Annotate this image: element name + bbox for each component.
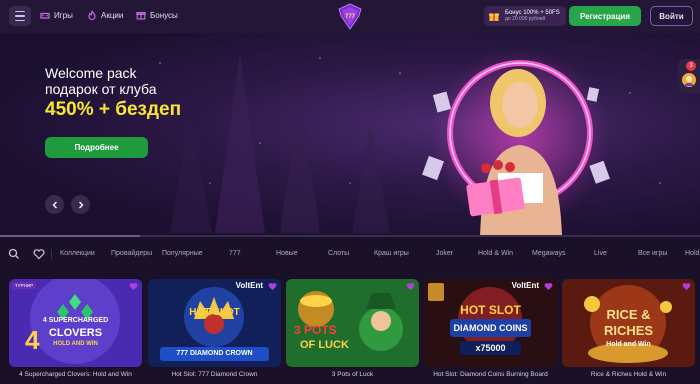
banner-progress — [0, 235, 700, 237]
game-title[interactable]: Rice & Riches Hold & Win — [562, 371, 695, 378]
category-hold-win[interactable]: Hold & Win — [478, 250, 513, 257]
banner-title: Welcome pack — [45, 65, 137, 81]
category-777[interactable]: 777 — [229, 250, 241, 257]
category-popular[interactable]: Популярные — [162, 250, 203, 257]
bonus-offer-pill[interactable]: Бонус 100% + 50FS до 20 000 рублей — [484, 6, 566, 26]
side-chat-widget[interactable]: 3 — [678, 59, 700, 93]
favorite-heart-icon[interactable] — [682, 282, 691, 291]
favorite-heart-icon[interactable] — [544, 282, 553, 291]
category-providers[interactable]: Провайдеры — [111, 250, 152, 257]
game-title[interactable]: 4 Supercharged Clovers: Hold and Win — [9, 371, 142, 378]
game-art-line-1: RICE & — [606, 307, 651, 322]
banner-more-button[interactable]: Подробнее — [45, 137, 148, 158]
chevron-right-icon — [78, 201, 83, 208]
nav-bonuses-label: Бонусы — [150, 10, 178, 20]
bonus-gift-icon — [489, 13, 499, 21]
game-art-line-2: DIAMOND COINS — [453, 323, 528, 333]
nav-promotions[interactable]: Акции — [87, 10, 123, 20]
game-card[interactable]: VoltEnt HOT SLOT DIAMOND COINS x75000 Ho… — [424, 279, 557, 384]
banner-next-button[interactable] — [71, 195, 90, 214]
game-card[interactable]: 3 POTS OF LUCK 3 Pots of Luck — [286, 279, 419, 384]
game-card[interactable]: RICE & RICHES Hold and Win Rice & Riches… — [562, 279, 695, 384]
divider — [51, 249, 52, 259]
banner-hero-illustration — [422, 60, 610, 237]
game-art-line-3: x75000 — [475, 343, 506, 353]
category-joker[interactable]: Joker — [436, 250, 453, 257]
notification-badge: 3 — [686, 61, 696, 71]
provider-label: VoltEnt — [511, 281, 539, 290]
gamepad-icon — [40, 12, 50, 19]
game-art-line-2: OF LUCK — [300, 339, 349, 351]
game-card[interactable]: VoltEnt HOT SLOT 777 DIAMOND CROWN Hot S… — [148, 279, 281, 384]
banner-prev-button[interactable] — [45, 195, 64, 214]
nav-promotions-label: Акции — [101, 10, 124, 20]
nav-games[interactable]: Игры — [40, 10, 73, 20]
logo-text: 777 — [345, 14, 356, 20]
favorite-heart-icon[interactable] — [406, 282, 415, 291]
game-art-line-2: RICHES — [603, 323, 654, 338]
flame-icon — [88, 10, 96, 20]
game-art-line-1: HOT SLOT — [189, 307, 240, 318]
category-collections[interactable]: Коллекции — [60, 250, 95, 257]
menu-hamburger-button[interactable] — [9, 6, 31, 26]
support-avatar-icon — [682, 73, 696, 87]
game-art-line-2: 777 DIAMOND CROWN — [176, 350, 253, 357]
category-live[interactable]: Live — [594, 250, 607, 257]
chevron-left-icon — [52, 201, 57, 208]
category-hold[interactable]: Hold — [685, 250, 699, 257]
game-art-line-3: Hold and Win — [606, 341, 651, 348]
top-header: Игры Акции Бонусы 777 Бонус 100% + 50FS … — [0, 0, 700, 33]
category-all-games[interactable]: Все игры — [638, 250, 667, 257]
game-art-line-3: HOLD AND WIN — [53, 341, 98, 347]
login-button[interactable]: Войти — [650, 6, 693, 26]
tournament-tag: ТУРНИР — [12, 282, 37, 289]
category-bar: Коллекции Провайдеры Популярные 777 Новы… — [0, 243, 700, 265]
favorites-heart-icon[interactable] — [33, 248, 45, 260]
search-icon[interactable] — [8, 248, 20, 260]
games-row: 4 ТУРНИР 4 SUPERCHARGED CLOVERS HOLD AND… — [0, 276, 700, 384]
category-megaways[interactable]: Megaways — [532, 250, 565, 257]
register-button[interactable]: Регистрация — [569, 6, 641, 26]
game-art-line-1: HOT SLOT — [460, 303, 521, 317]
game-title[interactable]: Hot Slot: Diamond Coins Burning Board — [424, 371, 557, 378]
category-slots[interactable]: Слоты — [328, 250, 349, 257]
game-art-line-2: CLOVERS — [48, 327, 103, 339]
banner-offer: 450% + бездеп — [45, 99, 182, 120]
nav-games-label: Игры — [54, 10, 73, 20]
nav-bonuses[interactable]: Бонусы — [136, 10, 178, 20]
hero-banner[interactable]: Welcome pack подарок от клуба 450% + без… — [0, 33, 700, 237]
gift-icon — [136, 12, 146, 20]
game-title[interactable]: 3 Pots of Luck — [286, 371, 419, 378]
game-card[interactable]: 4 ТУРНИР 4 SUPERCHARGED CLOVERS HOLD AND… — [9, 279, 142, 384]
game-art-line-1: 4 SUPERCHARGED — [42, 317, 109, 324]
bonus-line-2: до 20 000 рублей — [505, 15, 546, 22]
favorite-heart-icon[interactable] — [129, 282, 138, 291]
provider-label: VoltEnt — [235, 281, 263, 290]
site-logo[interactable]: 777 — [336, 3, 364, 30]
game-title[interactable]: Hot Slot: 777 Diamond Crown — [148, 371, 281, 378]
banner-subtitle: подарок от клуба — [45, 81, 157, 97]
game-art-line-1: 3 POTS — [294, 323, 337, 337]
category-new[interactable]: Новые — [276, 250, 298, 257]
category-crash[interactable]: Краш игры — [374, 250, 409, 257]
favorite-heart-icon[interactable] — [268, 282, 277, 291]
